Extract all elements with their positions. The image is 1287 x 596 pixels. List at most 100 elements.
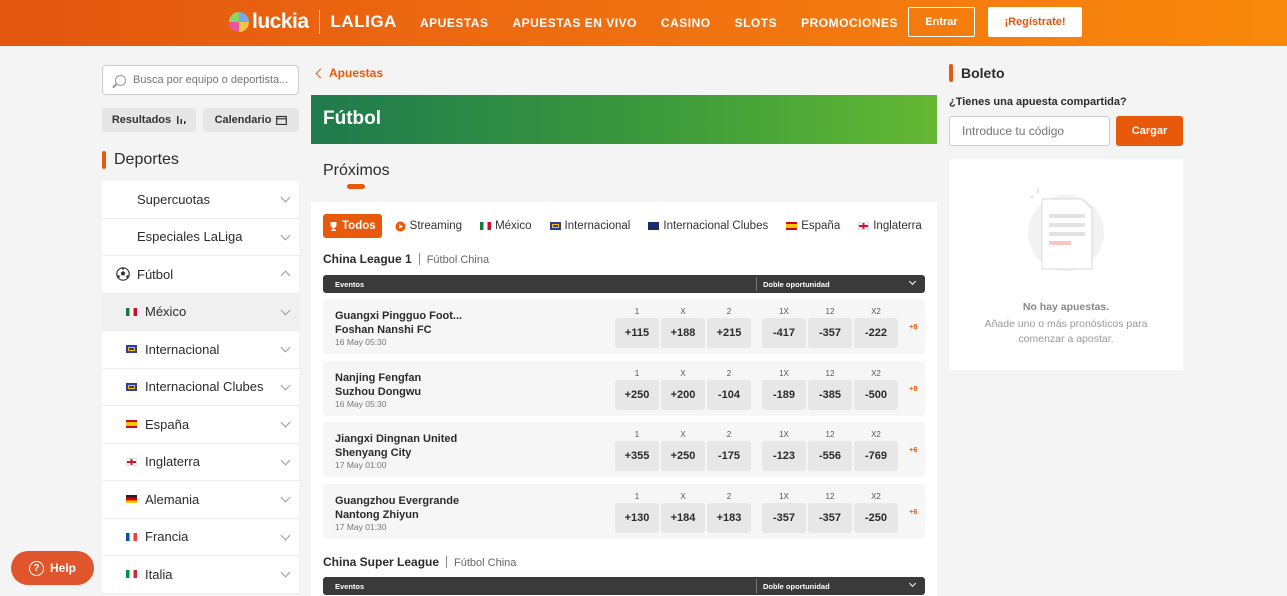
filter-espana[interactable]: España	[781, 214, 846, 238]
more-markets-link[interactable]: +8	[909, 322, 918, 331]
sidebar-item-internacional[interactable]: Internacional	[102, 331, 299, 369]
sidebar-item-francia[interactable]: Francia	[102, 518, 299, 556]
chevron-down-icon	[280, 192, 291, 203]
search-icon	[115, 74, 126, 86]
odd-button[interactable]: +250	[661, 441, 705, 471]
nav-casino[interactable]: CASINO	[661, 16, 711, 30]
sports-title: Deportes	[114, 151, 179, 168]
match-row[interactable]: Nanjing Fengfan Suzhou Dongwu 16 May 05:30…	[323, 360, 925, 416]
luckia-logo[interactable]: luckia LALIGA	[229, 10, 397, 34]
sidebar-item-alemania[interactable]: Alemania	[102, 481, 299, 519]
sidebar-item-mexico[interactable]: México	[102, 293, 299, 331]
odd-label: 12	[825, 307, 835, 316]
sidebar-item-inglaterra[interactable]: Inglaterra	[102, 443, 299, 481]
odd-button[interactable]: +215	[707, 318, 751, 348]
odd-button[interactable]: -500	[854, 379, 898, 410]
sidebar-item-supercuotas[interactable]: Supercuotas	[102, 181, 299, 219]
match-row[interactable]: Guangxi Pingguo Foot... Foshan Nanshi FC 1…	[323, 299, 925, 354]
flag-spain-icon	[126, 420, 137, 429]
odd-button[interactable]: -175	[707, 441, 751, 471]
odd-button[interactable]: -222	[854, 318, 898, 348]
sidebar-item-especiales-laliga[interactable]: Especiales LaLiga	[102, 218, 299, 256]
filter-internacional-clubes[interactable]: Internacional Clubes	[643, 214, 774, 238]
more-markets-link[interactable]: +6	[909, 507, 918, 516]
chevron-down-icon	[280, 567, 291, 578]
load-code-button[interactable]: Cargar	[1116, 116, 1183, 146]
flag-international-clubs-icon	[648, 222, 660, 230]
odd-button[interactable]: -556	[808, 441, 852, 471]
sidebar-item-label: México	[145, 304, 187, 320]
calendar-label: Calendario	[214, 114, 272, 126]
help-button[interactable]: ? Help	[11, 551, 94, 585]
odd-button[interactable]: -357	[808, 502, 852, 533]
search-box[interactable]	[102, 65, 299, 95]
header-divider	[756, 579, 757, 593]
search-input[interactable]	[133, 74, 293, 86]
empty-betslip: No hay apuestas. Añade uno o más pronóst…	[949, 159, 1183, 370]
filter-label: Streaming	[409, 220, 463, 232]
odd-button[interactable]: -357	[762, 502, 806, 533]
odd-button[interactable]: +183	[707, 502, 751, 533]
match-row[interactable]: Guangzhou Evergrande Nantong Zhiyun 17 May…	[323, 483, 925, 539]
odd-button[interactable]: -250	[854, 502, 898, 533]
filter-label: Inglaterra	[873, 220, 922, 232]
odd-button[interactable]: -357	[808, 318, 852, 348]
odd-button[interactable]: +200	[661, 379, 705, 410]
market-header[interactable]: Eventos Doble oportunidad	[323, 275, 925, 293]
odd-button[interactable]: -189	[762, 379, 806, 410]
league-title[interactable]: China League 1 Fútbol China	[323, 252, 489, 266]
odd-button[interactable]: -104	[707, 379, 751, 410]
odd-button[interactable]: +115	[615, 318, 659, 348]
filter-mexico[interactable]: México	[475, 214, 537, 238]
odd-label: 12	[825, 430, 835, 439]
login-button[interactable]: Entrar	[908, 7, 975, 37]
sidebar-item-italia[interactable]: Italia	[102, 556, 299, 594]
tab-proximos[interactable]: Próximos	[323, 162, 390, 180]
odd-button[interactable]: +355	[615, 441, 659, 471]
nav-slots[interactable]: SLOTS	[735, 16, 778, 30]
header-divider	[756, 277, 757, 291]
odd-button[interactable]: +188	[661, 318, 705, 348]
sidebar-item-futbol[interactable]: Fútbol	[102, 256, 299, 294]
odd-button[interactable]: -769	[854, 441, 898, 471]
nav-promociones[interactable]: PROMOCIONES	[801, 16, 898, 30]
main-nav: APUESTAS APUESTAS EN VIVO CASINO SLOTS P…	[420, 16, 898, 30]
filter-todos[interactable]: Todos	[323, 214, 382, 238]
filter-inglaterra[interactable]: Inglaterra	[853, 214, 925, 238]
filter-streaming[interactable]: Streaming	[389, 214, 468, 238]
odd-button[interactable]: -123	[762, 441, 806, 471]
odd-button[interactable]: -417	[762, 318, 806, 348]
nav-apuestas-en-vivo[interactable]: APUESTAS EN VIVO	[512, 16, 636, 30]
odd-label: X2	[871, 491, 881, 501]
more-markets-link[interactable]: +8	[909, 384, 918, 393]
market-header-label: Doble oportunidad	[763, 582, 830, 591]
league-divider	[446, 556, 448, 568]
bet-code-input[interactable]	[949, 116, 1110, 146]
logo-text: luckia	[252, 10, 309, 33]
calendar-button[interactable]: Calendario	[203, 108, 299, 132]
odd-button[interactable]: +130	[615, 502, 659, 533]
market-header[interactable]: Eventos Doble oportunidad	[323, 577, 925, 595]
odd-button[interactable]: -385	[808, 379, 852, 410]
sidebar-item-label: Fútbol	[137, 266, 174, 282]
back-link[interactable]: Apuestas	[315, 66, 383, 80]
match-row[interactable]: Jiangxi Dingnan United Shenyang City 17 Ma…	[323, 422, 925, 477]
register-button[interactable]: ¡Regístrate!	[988, 7, 1082, 37]
flag-mexico-icon	[480, 222, 492, 230]
sidebar-item-espana[interactable]: España	[102, 406, 299, 444]
filter-label: Internacional	[564, 220, 631, 232]
odd-button[interactable]: +184	[661, 502, 705, 533]
sidebar-item-label: Supercuotas	[137, 191, 210, 207]
filter-internacional[interactable]: Internacional	[544, 214, 636, 238]
results-button[interactable]: Resultados	[102, 108, 196, 132]
sidebar-item-internacional-clubes[interactable]: Internacional Clubes	[102, 368, 299, 406]
odd-button[interactable]: +250	[615, 379, 659, 410]
chevron-down-icon	[908, 277, 917, 286]
nav-apuestas[interactable]: APUESTAS	[420, 16, 488, 30]
more-markets-link[interactable]: +6	[909, 445, 918, 454]
logo-divider	[318, 10, 320, 34]
flag-international-icon	[126, 382, 137, 391]
chevron-left-icon	[315, 68, 326, 78]
odd-label: X	[680, 491, 686, 501]
league-title[interactable]: China Super League Fútbol China	[323, 555, 516, 569]
